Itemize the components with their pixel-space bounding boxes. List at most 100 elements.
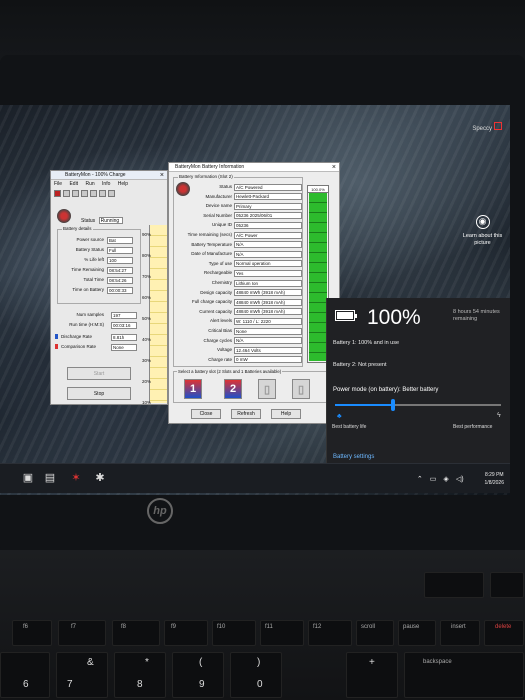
battery-info-value: A/C Power [234, 231, 302, 239]
key-0[interactable]: ) 0 [230, 652, 282, 698]
lightning-icon: ϟ [497, 412, 501, 419]
learn-about-picture[interactable]: ◉ Learn about this picture [455, 215, 510, 247]
battery-tray-icon[interactable]: ▭ [430, 475, 437, 483]
desktop-top-badge[interactable]: Speccy [462, 122, 502, 148]
battery-slot-selector: Select a battery slot (2 Slots and 1 Bat… [173, 369, 335, 403]
camera-icon: ◉ [475, 215, 490, 229]
key-plus[interactable]: + [346, 652, 398, 698]
battery-info-group: Battery Information (Slot 2) Status A/C P… [173, 174, 304, 367]
chart-tick-60: 60% [142, 295, 152, 300]
help-button[interactable]: Help [271, 409, 301, 419]
key-f10[interactable]: f10 [212, 620, 256, 646]
power-mode-slider[interactable] [335, 399, 501, 411]
key-f8[interactable]: f8 [112, 620, 160, 646]
key-7[interactable]: & 7 [56, 652, 108, 698]
key-f9[interactable]: f9 [164, 620, 208, 646]
batterymon-window[interactable]: BatteryMon - 100% Charge × File Edit Run… [50, 170, 168, 405]
chart-tick-10: 10% [142, 400, 152, 405]
battery-info-title-bar[interactable]: BatteryMon Battery Information × [169, 163, 339, 172]
volume-icon[interactable]: ◁) [456, 475, 464, 483]
battery-info-row: Alert levels W: 1110 / L: 2220 [176, 317, 304, 326]
key-backspace[interactable]: backspace [404, 652, 524, 698]
battery-slot-4[interactable]: ▯ [292, 379, 310, 399]
key-scroll[interactable]: scroll [356, 620, 394, 646]
batterymon-title-bar[interactable]: BatteryMon - 100% Charge × [51, 171, 167, 180]
battery-info-row: Date of Manufacture N/A [176, 250, 304, 258]
battery-info-label: Voltage [216, 347, 232, 353]
comparison-legend-icon [55, 344, 58, 350]
battery-information-window[interactable]: BatteryMon Battery Information × Battery… [168, 162, 340, 424]
battery-info-label: Rechargeable [203, 270, 232, 276]
status-row: Status Running [81, 217, 123, 224]
field-battery-status: Battery Status Full [62, 246, 140, 254]
battery-info-row: Battery Temperature N/A [176, 241, 304, 249]
record-icon[interactable] [72, 189, 79, 197]
key-upper-right-2 [490, 572, 524, 598]
menu-help[interactable]: Help [118, 181, 128, 187]
battery-info-row: Critical Bias None [176, 327, 304, 335]
chevron-up-icon[interactable]: ⌃ [417, 475, 423, 483]
start-button[interactable]: Start [67, 367, 131, 380]
battery-info-label: Design capacity [200, 289, 232, 295]
zoom-icon[interactable] [81, 189, 88, 197]
task-manager-icon[interactable]: ▤ [44, 472, 56, 484]
battery-slot-3[interactable]: ▯ [258, 379, 276, 399]
menu-file[interactable]: File [54, 181, 62, 187]
help-icon[interactable] [108, 189, 115, 197]
key-9[interactable]: (9 [172, 652, 224, 698]
key-f11[interactable]: f11 [260, 620, 304, 646]
chart-tick-90: 90% [142, 232, 152, 237]
batterymon-taskbar-icon[interactable]: ✶ [70, 472, 82, 484]
chart-tick-50: 50% [142, 316, 152, 321]
battery-slot-2[interactable]: 2 [224, 379, 242, 399]
battery-info-label: Date of Manufacture [191, 251, 232, 257]
key-f7[interactable]: f7 [58, 620, 106, 646]
battery-info-row: Device name Primary [176, 202, 304, 210]
slider-thumb[interactable] [391, 399, 396, 411]
close-icon[interactable]: × [332, 163, 336, 172]
battery-info-label: Full charge capacity [191, 299, 232, 305]
comparison-select[interactable]: None [111, 344, 137, 351]
number-key-row: 6 & 7 * 8 (9 ) 0 + backspace [0, 652, 525, 698]
battery-settings-link[interactable]: Battery settings [333, 454, 374, 460]
stop-button[interactable]: Stop [67, 387, 131, 400]
settings-icon[interactable] [99, 189, 106, 197]
key-f12[interactable]: f12 [308, 620, 352, 646]
discharge-legend-icon [55, 334, 58, 340]
info-icon[interactable] [90, 189, 97, 197]
key-8[interactable]: * 8 [114, 652, 166, 698]
battery-icon [335, 310, 357, 321]
stop-icon[interactable] [54, 189, 61, 197]
menu-info[interactable]: Info [102, 181, 110, 187]
key-6[interactable]: 6 [0, 652, 50, 698]
battery-info-label: Chemistry [211, 280, 232, 285]
play-icon[interactable] [63, 189, 70, 197]
gear-icon[interactable]: ✱ [94, 472, 106, 484]
battery-info-label: Alert levels [209, 318, 232, 324]
key-delete[interactable]: delete [484, 620, 524, 646]
menu-run[interactable]: Run [85, 181, 94, 187]
battery-info-row: Charge cycles N/A [176, 337, 304, 345]
battery-info-row: Type of use Normal operation [176, 260, 304, 268]
key-pause[interactable]: pause [398, 620, 436, 646]
battery-info-label: Device name [205, 203, 232, 209]
close-button[interactable]: Close [191, 409, 221, 419]
menu-edit[interactable]: Edit [69, 181, 78, 187]
network-icon[interactable]: ◈ [443, 475, 448, 483]
battery-info-value: W: 1110 / L: 2220 [234, 317, 302, 326]
key-f6[interactable]: f6 [12, 620, 52, 646]
refresh-button[interactable]: Refresh [231, 409, 261, 419]
battery-slot-1[interactable]: 1 [184, 379, 202, 399]
clock[interactable]: 8:29 PM 1/8/2026 [485, 471, 504, 487]
battery-info-row: Status A/C Powered [176, 183, 304, 191]
close-icon[interactable]: × [160, 171, 164, 180]
battery-info-row: Time remaining (secs) A/C Power [176, 231, 304, 239]
battery-info-label: Unique ID [211, 222, 232, 228]
battery-info-value: 48840 mWh (3918 mAh) [234, 298, 302, 306]
leaf-icon: ♣ [337, 413, 342, 420]
monitor-icon[interactable]: ▣ [22, 472, 34, 484]
battery-info-value: N/A [234, 250, 302, 258]
key-insert[interactable]: insert [440, 620, 480, 646]
battery-2-status: Battery 2: Not present [333, 362, 387, 368]
battery-level-fill [309, 193, 327, 361]
